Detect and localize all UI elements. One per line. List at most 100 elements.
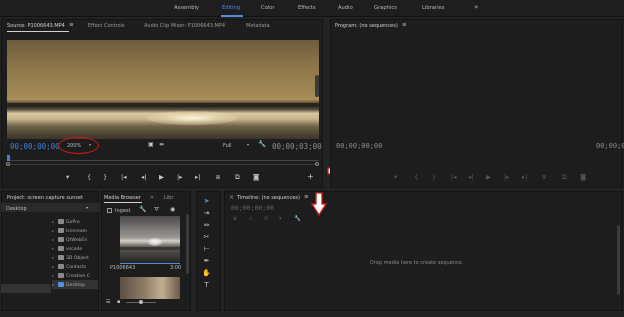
- folder-contacts[interactable]: ▸ Contacts: [52, 262, 98, 271]
- source-scrollbar[interactable]: [315, 75, 319, 97]
- track-select-tool-icon[interactable]: ⇥: [202, 209, 211, 218]
- program-step-forward-icon[interactable]: |▸: [504, 174, 509, 181]
- tab-metadata[interactable]: Metadata: [246, 23, 270, 29]
- source-settings-wrench-icon[interactable]: 🔧: [258, 141, 266, 148]
- clip-duration: 3:00: [170, 265, 182, 271]
- go-to-in-icon[interactable]: |◂: [121, 174, 126, 181]
- lift-icon[interactable]: ⧈: [542, 174, 546, 181]
- tab-source[interactable]: Source: P1006643.MP4: [7, 23, 65, 29]
- insert-icon[interactable]: ⧈: [216, 174, 220, 181]
- workspace-effects[interactable]: Effects: [298, 5, 316, 11]
- program-play-icon[interactable]: ▶: [486, 174, 491, 181]
- workspace-editing[interactable]: Editing: [222, 5, 240, 11]
- linked-selection-icon[interactable]: ⟳: [264, 216, 269, 223]
- sun-glow: [148, 238, 162, 246]
- program-step-back-icon[interactable]: ◂|: [468, 174, 473, 181]
- tab-project[interactable]: Project: screen capture sunset: [7, 195, 83, 201]
- nest-toggle-icon[interactable]: ⧈: [233, 216, 237, 223]
- program-mark-out-icon[interactable]: }: [432, 174, 436, 181]
- workspace-color[interactable]: Color: [261, 5, 275, 11]
- program-mark-in-icon[interactable]: {: [414, 174, 418, 181]
- filter-icon[interactable]: ⛛: [154, 206, 159, 213]
- timeline-settings-wrench-icon[interactable]: 🔧: [294, 216, 301, 223]
- tab-effect-controls[interactable]: Effect Controls: [88, 23, 125, 29]
- source-timecode-in[interactable]: 00;00;00;00: [10, 142, 60, 151]
- folder-gopro[interactable]: ▸ GoPro: [52, 217, 98, 226]
- folder-icecream[interactable]: ▸ Icecream: [52, 226, 98, 235]
- source-playhead[interactable]: [7, 155, 10, 161]
- ingest-settings-wrench-icon[interactable]: 🔧: [139, 206, 146, 213]
- source-time-ruler[interactable]: [7, 160, 319, 161]
- folder-icon: [58, 255, 64, 260]
- source-scroll-handle-right[interactable]: [315, 162, 319, 166]
- drag-audio-only-icon[interactable]: ⇹: [159, 141, 164, 148]
- step-forward-icon[interactable]: |▸: [177, 174, 182, 181]
- program-go-to-out-icon[interactable]: ▸|: [522, 174, 527, 181]
- snap-icon[interactable]: ∩: [249, 216, 253, 223]
- folder-3d-objects[interactable]: ▸ 3D Object: [52, 253, 98, 262]
- export-frame-camera-icon[interactable]: ◙: [253, 174, 259, 181]
- icon-view-icon[interactable]: ▪: [117, 299, 120, 306]
- hand-tool-icon[interactable]: ✋: [202, 269, 211, 278]
- source-zoom-scrollbar[interactable]: [7, 164, 319, 165]
- folder-creative-cloud[interactable]: ▸ Creative C: [52, 271, 98, 280]
- source-resolution-select[interactable]: Full: [223, 143, 232, 149]
- tab-media-browser-underline: [104, 202, 142, 203]
- tab-media-browser[interactable]: Media Browser: [104, 195, 141, 201]
- type-tool-icon[interactable]: T: [202, 281, 211, 290]
- extract-icon[interactable]: ⧉: [562, 174, 567, 181]
- step-back-icon[interactable]: ◂|: [141, 174, 146, 181]
- mark-out-icon[interactable]: }: [103, 174, 107, 181]
- source-video-frame[interactable]: [7, 40, 319, 139]
- overwrite-icon[interactable]: ⧉: [235, 174, 240, 181]
- clip-thumbnail-2[interactable]: [120, 277, 180, 299]
- folder-vscode[interactable]: ▸ vscode: [52, 244, 98, 253]
- location-select[interactable]: Desktop: [6, 206, 27, 212]
- go-to-out-icon[interactable]: ▸|: [195, 174, 200, 181]
- program-menu-icon[interactable]: ≡: [402, 22, 407, 28]
- view-eye-icon[interactable]: ◉: [170, 206, 175, 213]
- razor-tool-icon[interactable]: ✂: [202, 233, 211, 242]
- tab-program[interactable]: Program: (no sequences): [335, 23, 398, 29]
- clip-name: P1006643: [110, 265, 136, 271]
- drag-video-only-icon[interactable]: ▣: [148, 141, 154, 148]
- program-add-marker-icon[interactable]: ▾: [394, 174, 397, 181]
- timeline-marker-icon[interactable]: ▾: [279, 216, 282, 223]
- clip-thumbnail[interactable]: [120, 216, 180, 264]
- workspace-assembly[interactable]: Assembly: [174, 5, 199, 11]
- project-more-icon[interactable]: »: [150, 193, 154, 201]
- resolution-chevron-down-icon[interactable]: ▾: [247, 142, 249, 147]
- selection-tool-icon[interactable]: ➤: [202, 197, 211, 206]
- program-export-frame-camera-icon[interactable]: ◙: [580, 174, 586, 181]
- source-menu-icon[interactable]: ≡: [69, 22, 74, 28]
- source-scroll-handle-left[interactable]: [6, 162, 10, 166]
- ripple-edit-tool-icon[interactable]: ⇔: [202, 221, 211, 230]
- tab-libraries[interactable]: Libr: [164, 195, 173, 201]
- add-marker-icon[interactable]: ▾: [66, 174, 69, 181]
- mark-in-icon[interactable]: {: [87, 174, 91, 181]
- tab-audio-clip-mixer[interactable]: Audio Clip Mixer: P1006643.MP4: [144, 23, 225, 29]
- thumbnail-zoom-slider-handle[interactable]: [139, 300, 143, 304]
- media-browser-scrollbar[interactable]: [186, 214, 189, 274]
- folder-desktop[interactable]: ▸ Desktop: [52, 280, 98, 289]
- program-go-to-in-icon[interactable]: |◂: [451, 174, 456, 181]
- program-timecode-in[interactable]: 00;00;00;00: [336, 142, 382, 150]
- workspace-audio[interactable]: Audio: [338, 5, 353, 11]
- location-chevron-down-icon[interactable]: ▾: [86, 205, 88, 210]
- folder-label: vscode: [66, 247, 83, 252]
- folder-qtwebengine[interactable]: ▸ QtWebEn: [52, 235, 98, 244]
- timeline-menu-icon[interactable]: ≡: [304, 194, 309, 200]
- play-icon[interactable]: ▶: [159, 174, 164, 181]
- list-view-icon[interactable]: ☰: [106, 299, 110, 306]
- pen-tool-icon[interactable]: ✒: [202, 257, 211, 266]
- timeline-timecode[interactable]: 00;00;00;00: [231, 204, 274, 212]
- ingest-checkbox[interactable]: [107, 208, 112, 213]
- timeline-close-icon[interactable]: ×: [229, 194, 234, 201]
- workspace-libraries[interactable]: Libraries: [422, 5, 444, 11]
- slip-tool-icon[interactable]: ⊢: [202, 245, 211, 254]
- workspace-graphics[interactable]: Graphics: [374, 5, 397, 11]
- tab-timeline[interactable]: Timeline: (no sequences): [237, 195, 300, 201]
- button-editor-plus-icon[interactable]: +: [307, 173, 314, 181]
- timeline-scrollbar[interactable]: [617, 225, 620, 295]
- workspaces-more-icon[interactable]: »: [474, 3, 478, 11]
